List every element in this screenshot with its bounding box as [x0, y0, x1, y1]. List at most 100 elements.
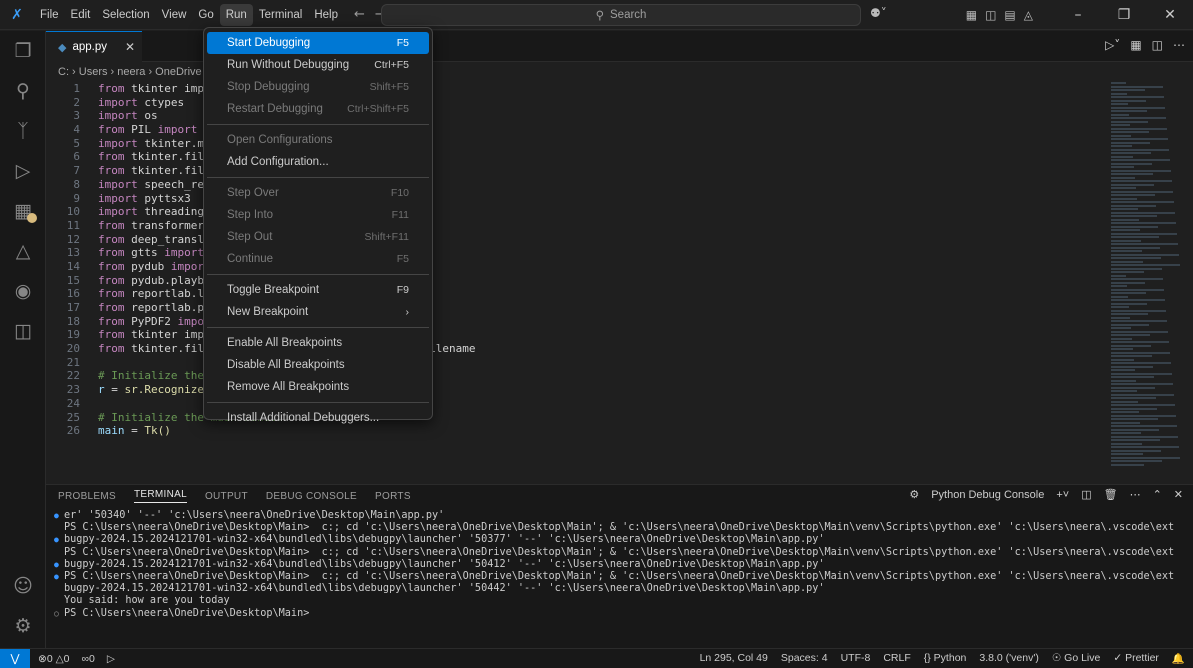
- minimap-line: [1111, 96, 1164, 98]
- python-icon[interactable]: ◉: [0, 271, 46, 311]
- ports-status[interactable]: ∞0: [82, 653, 95, 665]
- open-changes-icon[interactable]: ▦: [1130, 38, 1141, 52]
- explorer-icon[interactable]: ❐: [0, 31, 46, 71]
- terminal-name[interactable]: Python Debug Console: [931, 489, 1044, 501]
- customize-layout-icon[interactable]: ▦: [966, 8, 977, 22]
- run-python-file-icon[interactable]: ▷˅: [1105, 38, 1120, 52]
- bottom-panel: PROBLEMS TERMINAL OUTPUT DEBUG CONSOLE P…: [46, 484, 1193, 648]
- minimap[interactable]: [1111, 82, 1181, 482]
- search-view-icon[interactable]: ⚲: [0, 71, 46, 111]
- minimap-line: [1111, 85, 1163, 88]
- menu-bar: File Edit Selection View Go Run Terminal…: [34, 0, 344, 30]
- minimap-line: [1111, 229, 1140, 231]
- run-menu-item[interactable]: Start Debugging F5: [207, 32, 429, 54]
- terminal-output[interactable]: ● er' '50340' '--' 'c:\Users\neera\OneDri…: [54, 510, 1174, 620]
- manage-gear-icon[interactable]: ⚙: [0, 606, 46, 646]
- source-control-icon[interactable]: ᛉ: [0, 111, 46, 151]
- split-editor-icon[interactable]: ◫: [1152, 38, 1163, 52]
- remote-indicator-icon[interactable]: ⋁: [0, 648, 30, 668]
- language-mode[interactable]: {} Python: [924, 652, 967, 665]
- run-menu-item[interactable]: Run Without Debugging Ctrl+F5: [207, 54, 429, 76]
- debug-status-icon[interactable]: ▷: [107, 653, 115, 665]
- tab-label: app.py: [72, 41, 107, 53]
- run-debug-icon[interactable]: ▷: [0, 151, 46, 191]
- toggle-sidebar-icon[interactable]: ◫: [985, 8, 996, 22]
- encoding[interactable]: UTF-8: [841, 652, 871, 665]
- minimap-line: [1111, 138, 1168, 140]
- command-center-search[interactable]: ⚲ Search: [381, 4, 861, 26]
- code-line[interactable]: 26 main = Tk(): [46, 424, 1106, 438]
- menu-edit[interactable]: Edit: [65, 4, 97, 26]
- cursor-position[interactable]: Ln 295, Col 49: [700, 652, 768, 665]
- menu-run[interactable]: Run: [219, 3, 253, 26]
- warning-badge: [27, 213, 37, 223]
- indentation[interactable]: Spaces: 4: [781, 652, 828, 665]
- menu-terminal[interactable]: Terminal: [253, 4, 308, 26]
- line-number: 12: [66, 232, 80, 246]
- run-menu-item[interactable]: Add Configuration...: [207, 151, 429, 173]
- run-menu-item[interactable]: Remove All Breakpoints: [207, 376, 429, 398]
- menu-item-label: New Breakpoint: [227, 306, 309, 318]
- menu-item-label: Toggle Breakpoint: [227, 284, 320, 296]
- toggle-panel-icon[interactable]: ▤: [1004, 8, 1015, 22]
- terminal-text: PS C:\Users\neera\OneDrive\Desktop\Main>…: [64, 546, 1174, 558]
- split-terminal-icon[interactable]: ◫: [1081, 488, 1091, 501]
- error-count: 0: [46, 652, 53, 665]
- back-arrow-icon[interactable]: ←: [354, 7, 365, 22]
- close-panel-icon[interactable]: ✕: [1174, 488, 1183, 501]
- menu-selection[interactable]: Selection: [96, 4, 155, 26]
- run-menu-item[interactable]: New Breakpoint ›: [207, 301, 429, 323]
- command-decoration-icon: [54, 547, 64, 559]
- minimap-line: [1111, 148, 1169, 151]
- copilot-icon[interactable]: ⚉˅: [870, 6, 887, 20]
- minimize-button[interactable]: –: [1055, 0, 1101, 30]
- new-terminal-icon[interactable]: +˅: [1056, 489, 1069, 501]
- line-number: 9: [73, 191, 80, 205]
- tab-output[interactable]: OUTPUT: [205, 491, 248, 502]
- line-number: 5: [73, 136, 80, 150]
- tab-debug-console[interactable]: DEBUG CONSOLE: [266, 491, 357, 502]
- menu-view[interactable]: View: [156, 4, 193, 26]
- remote-explorer-icon[interactable]: ◫: [0, 311, 46, 351]
- toggle-secondary-sidebar-icon[interactable]: ◬: [1024, 8, 1033, 22]
- minimap-line: [1111, 239, 1141, 242]
- accounts-icon[interactable]: ☺: [0, 566, 46, 606]
- minimap-line: [1111, 208, 1138, 210]
- extensions-icon[interactable]: ▦: [0, 191, 46, 231]
- run-menu-item[interactable]: Install Additional Debuggers...: [207, 407, 429, 429]
- prettier-status[interactable]: ✓ Prettier: [1113, 652, 1159, 665]
- close-window-button[interactable]: ✕: [1147, 0, 1193, 30]
- menu-help[interactable]: Help: [308, 4, 344, 26]
- minimap-line: [1111, 397, 1156, 399]
- run-menu-item[interactable]: Disable All Breakpoints: [207, 354, 429, 376]
- end-of-line[interactable]: CRLF: [883, 652, 910, 665]
- more-actions-icon[interactable]: ⋯: [1173, 38, 1185, 52]
- tab-problems[interactable]: PROBLEMS: [58, 491, 116, 502]
- close-tab-icon[interactable]: ✕: [125, 40, 135, 54]
- minimap-line: [1111, 299, 1165, 301]
- testing-icon[interactable]: △: [0, 231, 46, 271]
- run-menu-item[interactable]: Toggle Breakpoint F9: [207, 279, 429, 301]
- more-icon[interactable]: ⋯: [1130, 488, 1141, 501]
- line-number: 17: [66, 301, 80, 314]
- line-code: from tkinter.filed: [98, 164, 218, 178]
- menu-file[interactable]: File: [34, 4, 65, 26]
- minimap-line: [1111, 379, 1136, 382]
- notifications-icon[interactable]: 🔔: [1172, 652, 1185, 665]
- minimap-line: [1111, 411, 1139, 413]
- line-code: # Initialize the r: [98, 369, 218, 383]
- run-menu-item[interactable]: Enable All Breakpoints: [207, 332, 429, 354]
- problems-status[interactable]: ⊗0 △0: [38, 653, 70, 665]
- go-live-button[interactable]: ☉ Go Live: [1052, 652, 1101, 665]
- vscode-logo-icon: ✗: [11, 6, 23, 23]
- maximize-panel-icon[interactable]: ⌃: [1153, 488, 1162, 501]
- tab-terminal[interactable]: TERMINAL: [133, 489, 187, 503]
- minimap-line: [1111, 218, 1139, 221]
- tab-app-py[interactable]: ◆ app.py ✕: [46, 31, 142, 62]
- python-interpreter[interactable]: 3.8.0 ('venv'): [979, 652, 1038, 665]
- menu-go[interactable]: Go: [192, 4, 219, 26]
- minimap-line: [1111, 236, 1159, 238]
- tab-ports[interactable]: PORTS: [375, 491, 411, 502]
- restore-button[interactable]: ❐: [1101, 0, 1147, 30]
- kill-terminal-icon[interactable]: 🗑: [1104, 488, 1118, 501]
